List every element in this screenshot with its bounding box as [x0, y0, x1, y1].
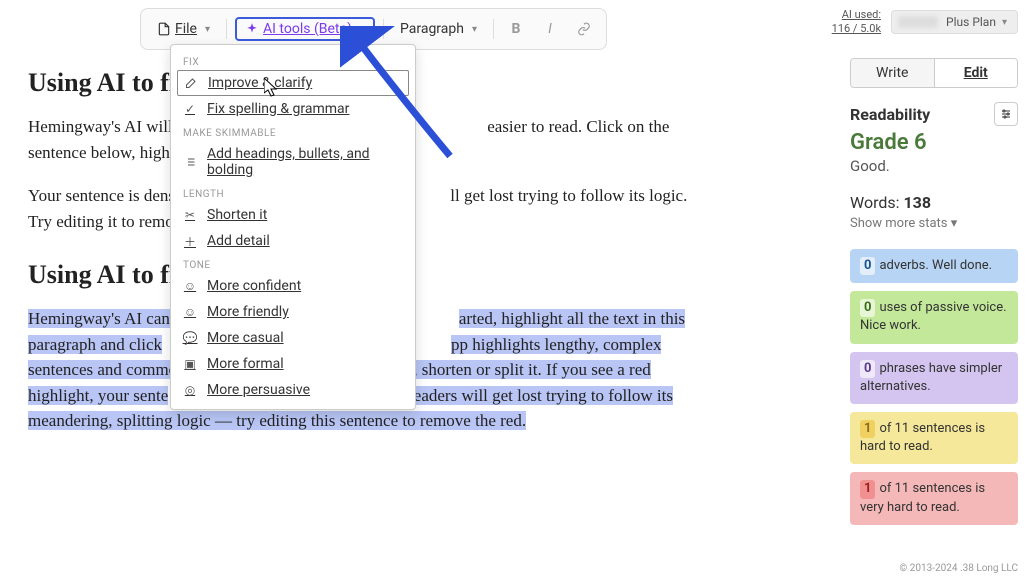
readability-label: Readability [850, 105, 930, 124]
item-label: More formal [207, 356, 284, 372]
list-icon [183, 155, 197, 169]
mode-tabs: Write Edit [850, 58, 1018, 88]
item-label: Improve & clarify [208, 75, 312, 91]
item-label: More casual [207, 330, 284, 346]
words-count: Words: 138 [850, 193, 1018, 212]
ai-tools-dropdown: Fix Improve & clarify ✓ Fix spelling & g… [170, 44, 416, 410]
dropdown-item-formal[interactable]: ▣ More formal [171, 351, 415, 377]
sidebar: Write Edit Readability Grade 6 Good. Wor… [850, 58, 1018, 533]
link-button[interactable] [570, 15, 598, 43]
readability-grade: Grade 6 [850, 130, 1018, 155]
tab-edit[interactable]: Edit [935, 59, 1018, 87]
chevron-down-icon: ▾ [205, 24, 210, 35]
paragraph-label: Paragraph [400, 21, 464, 37]
readability-status: Good. [850, 157, 1018, 175]
check-icon: ✓ [183, 102, 197, 116]
target-icon: ◎ [183, 383, 197, 397]
dropdown-section-fix: Fix [171, 51, 415, 70]
selected-text: Hemingway's AI can [28, 309, 170, 328]
plan-label: Plus Plan [946, 15, 996, 29]
footer-copyright: © 2013-2024 .38 Long LLC [899, 563, 1018, 574]
scissors-icon: ✂ [183, 208, 197, 222]
stat-phrases[interactable]: 0phrases have simpler alternatives. [850, 352, 1018, 404]
stat-hard[interactable]: 1of 11 sentences is hard to read. [850, 412, 1018, 464]
italic-button[interactable]: I [536, 15, 564, 43]
dropdown-item-shorten[interactable]: ✂ Shorten it [171, 202, 415, 228]
ai-usage-link[interactable]: AI used: 116 / 5.0k [832, 8, 881, 37]
show-more-stats[interactable]: Show more stats ▾ [850, 216, 1018, 231]
chevron-down-icon: ▾ [951, 216, 958, 231]
ai-used-value: 116 / 5.0k [832, 22, 881, 36]
item-label: Fix spelling & grammar [207, 101, 349, 117]
plus-icon: ＋ [183, 234, 197, 248]
readability-settings-button[interactable] [994, 102, 1018, 126]
item-label: Shorten it [207, 207, 267, 223]
plan-selector[interactable]: Plus Plan ▾ [891, 10, 1018, 34]
separator [493, 19, 494, 39]
chevron-down-icon: ▾ [360, 24, 365, 35]
smile-icon: ☺ [183, 279, 197, 293]
item-label: More confident [207, 278, 301, 294]
dropdown-item-persuasive[interactable]: ◎ More persuasive [171, 377, 415, 403]
item-label: More friendly [207, 304, 289, 320]
separator [383, 19, 384, 39]
top-right-area: AI used: 116 / 5.0k Plus Plan ▾ [832, 8, 1018, 37]
ai-tools-label: AI tools (Beta) [263, 21, 352, 37]
dropdown-section-length: Length [171, 183, 415, 202]
dropdown-item-improve[interactable]: Improve & clarify [177, 70, 409, 96]
ai-tools-menu[interactable]: AI tools (Beta) ▾ [235, 17, 375, 41]
paragraph-menu[interactable]: Paragraph ▾ [392, 19, 485, 39]
smile-icon: ☺ [183, 305, 197, 319]
sparkle-icon [245, 22, 259, 36]
dropdown-item-friendly[interactable]: ☺ More friendly [171, 299, 415, 325]
file-label: File [175, 21, 197, 37]
item-label: More persuasive [207, 382, 310, 398]
dropdown-item-spelling[interactable]: ✓ Fix spelling & grammar [171, 96, 415, 122]
wand-icon [184, 76, 198, 90]
item-label: Add headings, bullets, and bolding [207, 146, 403, 178]
file-menu[interactable]: File ▾ [149, 19, 218, 39]
dropdown-section-skimmable: Make Skimmable [171, 122, 415, 141]
stat-passive[interactable]: 0uses of passive voice. Nice work. [850, 291, 1018, 343]
dropdown-item-confident[interactable]: ☺ More confident [171, 273, 415, 299]
dropdown-item-headings[interactable]: Add headings, bullets, and bolding [171, 141, 415, 183]
stat-very-hard[interactable]: 1of 11 sentences is very hard to read. [850, 472, 1018, 524]
dropdown-item-detail[interactable]: ＋ Add detail [171, 228, 415, 254]
tab-write[interactable]: Write [851, 59, 935, 87]
dropdown-section-tone: Tone [171, 254, 415, 273]
briefcase-icon: ▣ [183, 357, 197, 371]
chevron-down-icon: ▾ [472, 24, 477, 35]
ai-used-label: AI used: [832, 8, 881, 22]
item-label: Add detail [207, 233, 270, 249]
chat-icon: 💬 [183, 331, 197, 345]
stat-adverbs[interactable]: 0adverbs. Well done. [850, 249, 1018, 283]
separator [226, 19, 227, 39]
document-icon [157, 22, 171, 36]
dropdown-item-casual[interactable]: 💬 More casual [171, 325, 415, 351]
chevron-down-icon: ▾ [1002, 17, 1007, 28]
bold-button[interactable]: B [502, 15, 530, 43]
